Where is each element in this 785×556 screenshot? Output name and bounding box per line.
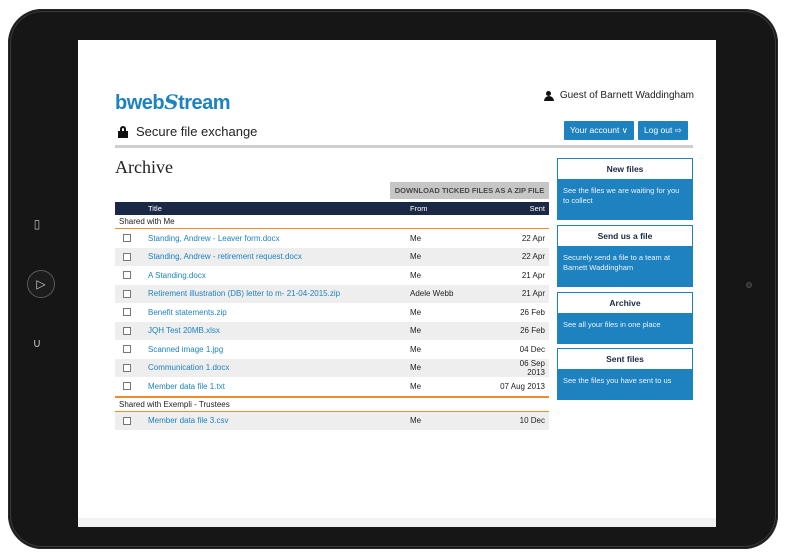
group-header: Shared with Exempli - Trustees <box>115 398 549 412</box>
file-from: Me <box>410 381 422 391</box>
file-link[interactable]: Scanned image 1.jpg <box>148 345 410 354</box>
panel-title[interactable]: Send us a file <box>558 226 692 246</box>
panel-new-files[interactable]: New files See the files we are waiting f… <box>557 158 693 220</box>
back-icon[interactable]: ∪ <box>27 337 47 349</box>
file-from: Me <box>410 270 422 280</box>
tablet-device: ▯ ▷ ∪ bwebStream Guest of Barnett Waddin… <box>0 0 785 556</box>
row-checkbox[interactable] <box>123 345 131 354</box>
file-link[interactable]: Member data file 3.csv <box>148 416 410 425</box>
file-link[interactable]: Retirement illustration (DB) letter to m… <box>148 289 410 298</box>
camera-icon <box>746 282 752 288</box>
secure-title-text: Secure file exchange <box>136 124 258 139</box>
row-checkbox[interactable] <box>123 252 131 261</box>
user-label: Guest of Barnett Waddingham <box>559 90 694 101</box>
user-icon <box>543 90 554 101</box>
file-sent: 06 Sep 2013 <box>519 358 545 377</box>
file-from: Me <box>410 363 422 373</box>
file-link[interactable]: JQH Test 20MB.xlsx <box>148 326 410 335</box>
secure-title: Secure file exchange <box>118 124 257 139</box>
screen: bwebStream Guest of Barnett Waddingham S… <box>78 40 716 527</box>
panel-body[interactable]: See the files you have sent to us <box>558 369 692 399</box>
table-row[interactable]: A Standing.docx Me 21 Apr <box>115 266 549 285</box>
menu-icon[interactable]: ▯ <box>27 218 47 230</box>
row-checkbox[interactable] <box>123 382 131 391</box>
file-sent: 04 Dec <box>519 344 545 354</box>
download-zip-button[interactable]: DOWNLOAD TICKED FILES AS A ZIP FILE <box>390 182 549 199</box>
file-from: Me <box>410 416 422 426</box>
row-checkbox[interactable] <box>123 271 131 280</box>
file-from: Adele Webb <box>410 289 454 299</box>
file-sent: 26 Feb <box>520 307 545 317</box>
files-table: Title From Sent Shared with Me Standing,… <box>115 202 549 430</box>
panel-body[interactable]: See all your files in one place <box>558 313 692 343</box>
file-sent: 22 Apr <box>521 233 545 243</box>
panel-archive[interactable]: Archive See all your files in one place <box>557 292 693 344</box>
column-from[interactable]: From <box>410 204 500 213</box>
panel-body[interactable]: See the files we are waiting for you to … <box>558 179 692 219</box>
column-title[interactable]: Title <box>148 204 410 213</box>
brand-logo[interactable]: bwebStream <box>115 90 231 115</box>
file-sent: 26 Feb <box>520 326 545 336</box>
your-account-button[interactable]: Your account ∨ <box>564 121 634 140</box>
file-from: Me <box>410 326 422 336</box>
file-from: Me <box>410 344 422 354</box>
screen-footer <box>78 518 716 527</box>
panel-sent-files[interactable]: Sent files See the files you have sent t… <box>557 348 693 400</box>
panel-body[interactable]: Securely send a file to a team at Barnet… <box>558 246 692 286</box>
panel-title[interactable]: Archive <box>558 293 692 313</box>
panel-send-file[interactable]: Send us a file Securely send a file to a… <box>557 225 693 287</box>
column-sent[interactable]: Sent <box>500 204 545 213</box>
table-row[interactable]: Benefit statements.zip Me 26 Feb <box>115 303 549 322</box>
panel-title[interactable]: New files <box>558 159 692 179</box>
row-checkbox[interactable] <box>123 363 131 372</box>
user-info: Guest of Barnett Waddingham <box>543 90 694 101</box>
table-row[interactable]: Standing, Andrew - retirement request.do… <box>115 247 549 266</box>
file-link[interactable]: Benefit statements.zip <box>148 308 410 317</box>
table-row[interactable]: Member data file 3.csv Me 10 Dec <box>115 411 549 430</box>
home-button-icon[interactable]: ▷ <box>27 270 55 298</box>
table-row[interactable]: Standing, Andrew - Leaver form.docx Me 2… <box>115 229 549 248</box>
file-from: Me <box>410 233 422 243</box>
table-row[interactable]: Communication 1.docx Me 06 Sep 2013 <box>115 358 549 377</box>
file-sent: 07 Aug 2013 <box>500 381 545 391</box>
table-header: Title From Sent <box>115 202 549 215</box>
group-header: Shared with Me <box>115 215 549 229</box>
row-checkbox[interactable] <box>123 416 131 425</box>
panel-title[interactable]: Sent files <box>558 349 692 369</box>
file-from: Me <box>410 252 422 262</box>
table-row[interactable]: JQH Test 20MB.xlsx Me 26 Feb <box>115 321 549 340</box>
file-sent: 21 Apr <box>521 289 545 299</box>
row-checkbox[interactable] <box>123 289 131 298</box>
file-link[interactable]: Standing, Andrew - Leaver form.docx <box>148 234 410 243</box>
page-title: Archive <box>115 157 173 177</box>
file-link[interactable]: Standing, Andrew - retirement request.do… <box>148 252 410 261</box>
log-out-button[interactable]: Log out ⇨ <box>638 121 688 140</box>
file-sent: 21 Apr <box>521 270 545 280</box>
table-row[interactable]: Retirement illustration (DB) letter to m… <box>115 284 549 303</box>
table-row[interactable]: Scanned image 1.jpg Me 04 Dec <box>115 340 549 359</box>
header-divider <box>115 145 693 148</box>
file-link[interactable]: Communication 1.docx <box>148 363 410 372</box>
file-sent: 10 Dec <box>519 416 545 426</box>
lock-icon <box>118 125 128 138</box>
row-checkbox[interactable] <box>123 326 131 335</box>
table-row[interactable]: Member data file 1.txt Me 07 Aug 2013 <box>115 377 549 396</box>
row-checkbox[interactable] <box>123 308 131 317</box>
file-from: Me <box>410 307 422 317</box>
row-checkbox[interactable] <box>123 234 131 243</box>
file-link[interactable]: A Standing.docx <box>148 271 410 280</box>
file-link[interactable]: Member data file 1.txt <box>148 382 410 391</box>
file-sent: 22 Apr <box>521 252 545 262</box>
